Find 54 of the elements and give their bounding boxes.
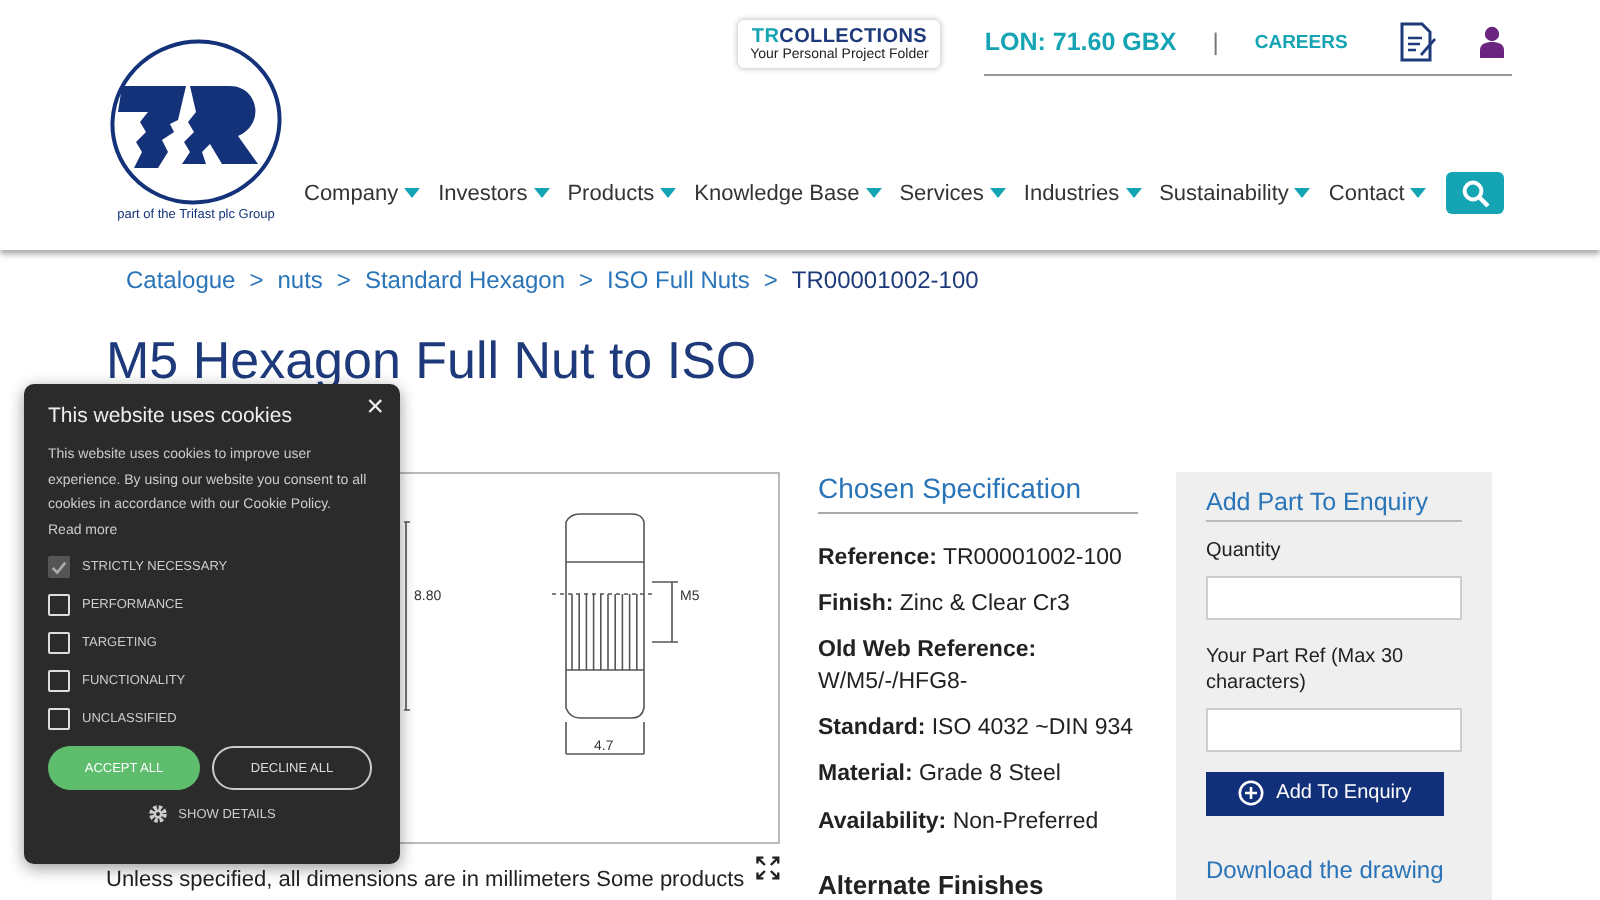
caret-icon <box>1410 188 1427 198</box>
close-button[interactable]: × <box>362 390 388 424</box>
breadcrumb-separator: > <box>763 266 778 294</box>
panel-heading: Add Part To Enquiry <box>1206 488 1462 522</box>
plus-circle-icon <box>1238 780 1265 806</box>
caret-icon <box>1294 188 1311 198</box>
caret-icon <box>404 188 421 198</box>
nav-menu-item[interactable]: Knowledge Base <box>694 181 882 205</box>
spec-field: Reference: TR00001002-100 <box>818 542 1138 575</box>
input-field[interactable] <box>1206 575 1462 619</box>
document-edit-icon[interactable] <box>1400 22 1437 62</box>
nav-menu-item[interactable]: Company <box>304 181 421 205</box>
caret-icon <box>533 188 550 198</box>
breadcrumb-separator: > <box>336 266 351 294</box>
input-field[interactable] <box>1206 707 1462 751</box>
breadcrumb-link[interactable]: nuts <box>277 266 323 294</box>
breadcrumb-link[interactable]: Standard Hexagon <box>364 266 566 294</box>
download-link[interactable]: Download the drawing <box>1206 855 1444 883</box>
search-icon <box>1461 179 1490 207</box>
dimensions-note: Unless specified, all dimensions are in millimeters Some products <box>106 868 745 894</box>
spec-field: Availability: Non-Preferred <box>818 805 1138 838</box>
breadcrumb-link[interactable]: TR00001002-100 <box>791 266 979 294</box>
page-title: M5 Hexagon Full Nut to ISO <box>106 330 759 392</box>
gear-icon[interactable] <box>148 804 169 825</box>
dialog-title: This website uses cookies <box>48 404 294 428</box>
breadcrumb-link[interactable]: Catalogue <box>126 266 236 294</box>
caret-icon <box>660 188 677 198</box>
nav-menu-item[interactable]: Contact <box>1328 181 1427 205</box>
share-price: LON: 71.60 GBX <box>984 28 1177 56</box>
company-logo[interactable] <box>106 36 286 208</box>
user-icon[interactable] <box>1480 26 1505 58</box>
section-heading: Chosen Specification <box>818 472 1138 514</box>
breadcrumb-separator: > <box>249 266 264 294</box>
spec-field: Material: Grade 8 Steel <box>818 758 1138 792</box>
breadcrumb-separator: > <box>579 266 594 294</box>
field-label: Quantity <box>1206 538 1283 565</box>
nav-menu-item[interactable]: Services <box>899 181 1006 205</box>
spec-field: Old Web Reference: W/M5/-/HFG8- <box>818 634 1138 699</box>
spec-field: Standard: ISO 4032 ~DIN 934 <box>818 712 1138 745</box>
caret-icon <box>989 188 1006 198</box>
spec-field: Finish: Zinc & Clear Cr3 <box>818 588 1138 621</box>
nav-menu-item[interactable]: Products <box>567 181 677 205</box>
add-to-enquiry-button[interactable]: Add To Enquiry <box>1206 771 1444 815</box>
nav-menu-item[interactable]: Industries <box>1023 181 1142 205</box>
caret-icon <box>865 188 882 198</box>
nav-menu-item[interactable]: Sustainability <box>1159 181 1311 205</box>
breadcrumb-link[interactable]: ISO Full Nuts <box>607 266 750 294</box>
expand-icon[interactable] <box>756 852 780 884</box>
search-button[interactable] <box>1446 172 1505 214</box>
nav-menu-item[interactable]: Investors <box>438 181 550 205</box>
caret-icon <box>1125 188 1142 198</box>
separator: | <box>1212 28 1219 56</box>
section-heading: Alternate Finishes <box>818 869 1046 900</box>
field-label: Your Part Ref (Max 30 characters) <box>1206 643 1406 697</box>
